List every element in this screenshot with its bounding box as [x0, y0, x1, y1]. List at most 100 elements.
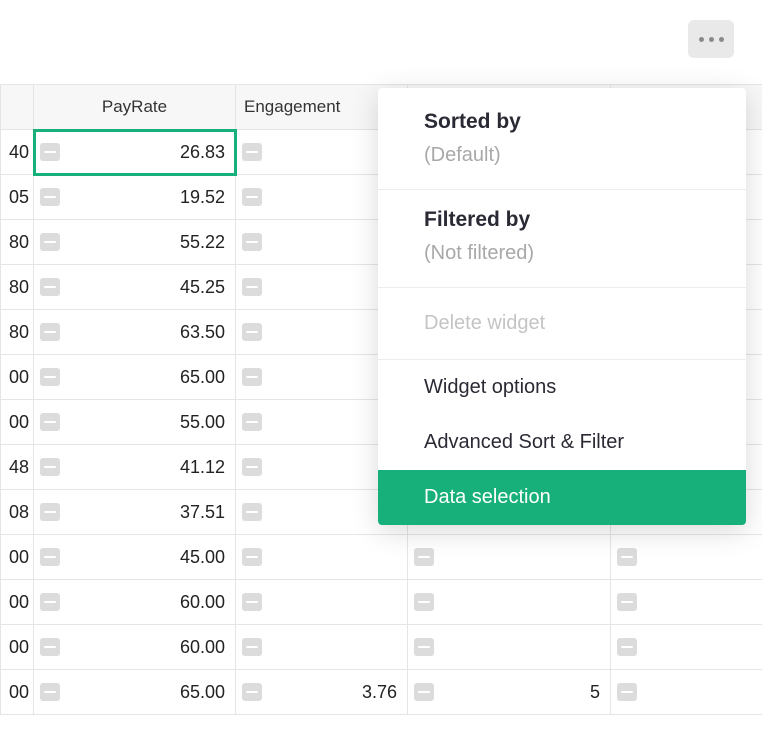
row-icon: [242, 278, 262, 296]
row-icon: [40, 233, 60, 251]
column-header-payrate[interactable]: PayRate: [34, 85, 236, 130]
cell[interactable]: [408, 580, 611, 625]
cell-value: 65.00: [152, 682, 225, 703]
cell-value: 65.00: [152, 367, 225, 388]
row-icon: [414, 638, 434, 656]
sorted-by-label: Sorted by: [424, 110, 718, 134]
row-icon: [242, 368, 262, 386]
widget-options-item[interactable]: Widget options: [378, 360, 746, 415]
cell[interactable]: 00: [1, 355, 34, 400]
cell-value: 60.00: [152, 592, 225, 613]
cell[interactable]: 60.00: [34, 625, 236, 670]
table-row: 00 60.00: [1, 625, 762, 670]
more-options-button[interactable]: [688, 20, 734, 58]
cell[interactable]: [611, 625, 762, 670]
cell[interactable]: 26.83: [34, 130, 236, 175]
cell[interactable]: [236, 625, 408, 670]
row-icon: [40, 368, 60, 386]
cell[interactable]: [611, 670, 762, 715]
cell[interactable]: 45.25: [34, 265, 236, 310]
filtered-by-value: (Not filtered): [424, 242, 718, 265]
cell[interactable]: 41.12: [34, 445, 236, 490]
cell[interactable]: [408, 535, 611, 580]
row-icon: [242, 458, 262, 476]
sorted-by-section[interactable]: Sorted by (Default): [378, 88, 746, 190]
row-icon: [242, 683, 262, 701]
widget-menu-popover: Sorted by (Default) Filtered by (Not fil…: [378, 88, 746, 525]
row-icon: [617, 638, 637, 656]
cell[interactable]: 37.51: [34, 490, 236, 535]
cell[interactable]: 63.50: [34, 310, 236, 355]
cell-value: 63.50: [152, 322, 225, 343]
row-icon: [617, 548, 637, 566]
row-icon: [40, 413, 60, 431]
dots-icon: [719, 37, 724, 42]
sorted-by-value: (Default): [424, 144, 718, 167]
cell[interactable]: 48: [1, 445, 34, 490]
cell-value: 26.83: [152, 142, 225, 163]
row-icon: [414, 593, 434, 611]
row-icon: [40, 683, 60, 701]
cell[interactable]: 3.76: [236, 670, 408, 715]
row-icon: [40, 548, 60, 566]
table-row: 00 60.00: [1, 580, 762, 625]
cell-value: 19.52: [152, 187, 225, 208]
cell[interactable]: 00: [1, 625, 34, 670]
cell[interactable]: 19.52: [34, 175, 236, 220]
row-icon: [414, 548, 434, 566]
advanced-sort-item[interactable]: Advanced Sort & Filter: [378, 415, 746, 470]
cell[interactable]: 00: [1, 535, 34, 580]
cell[interactable]: [611, 535, 762, 580]
cell[interactable]: 65.00: [34, 670, 236, 715]
row-icon: [40, 458, 60, 476]
cell[interactable]: 45.00: [34, 535, 236, 580]
cell[interactable]: 80: [1, 310, 34, 355]
cell-value: 45.00: [152, 547, 225, 568]
cell[interactable]: 80: [1, 265, 34, 310]
cell[interactable]: 65.00: [34, 355, 236, 400]
cell[interactable]: 05: [1, 175, 34, 220]
cell-value: 55.22: [152, 232, 225, 253]
row-icon: [40, 188, 60, 206]
row-icon: [242, 143, 262, 161]
cell[interactable]: [236, 535, 408, 580]
cell[interactable]: 08: [1, 490, 34, 535]
row-icon: [617, 683, 637, 701]
row-icon: [242, 638, 262, 656]
dots-icon: [709, 37, 714, 42]
cell[interactable]: 00: [1, 400, 34, 445]
cell[interactable]: 55.22: [34, 220, 236, 265]
cell[interactable]: [408, 625, 611, 670]
row-icon: [242, 323, 262, 341]
filtered-by-label: Filtered by: [424, 208, 718, 232]
row-icon: [40, 278, 60, 296]
row-icon: [242, 233, 262, 251]
cell-value: 37.51: [152, 502, 225, 523]
row-icon: [40, 593, 60, 611]
filtered-by-section[interactable]: Filtered by (Not filtered): [378, 190, 746, 288]
row-icon: [242, 548, 262, 566]
cell[interactable]: 40: [1, 130, 34, 175]
cell[interactable]: 55.00: [34, 400, 236, 445]
row-icon: [242, 503, 262, 521]
cell[interactable]: 00: [1, 580, 34, 625]
column-header-blank[interactable]: [1, 85, 34, 130]
cell[interactable]: 80: [1, 220, 34, 265]
dots-icon: [699, 37, 704, 42]
data-selection-item[interactable]: Data selection: [378, 470, 746, 525]
table-row: 00 65.00 3.76 5: [1, 670, 762, 715]
cell[interactable]: 5: [408, 670, 611, 715]
cell-value: 55.00: [152, 412, 225, 433]
cell-value: 3.76: [334, 682, 397, 703]
row-icon: [242, 188, 262, 206]
cell[interactable]: [236, 580, 408, 625]
cell-value: 41.12: [152, 457, 225, 478]
cell-value: 5: [562, 682, 600, 703]
cell[interactable]: [611, 580, 762, 625]
row-icon: [40, 503, 60, 521]
cell[interactable]: 00: [1, 670, 34, 715]
cell[interactable]: 60.00: [34, 580, 236, 625]
row-icon: [40, 143, 60, 161]
row-icon: [40, 323, 60, 341]
cell-value: 60.00: [152, 637, 225, 658]
